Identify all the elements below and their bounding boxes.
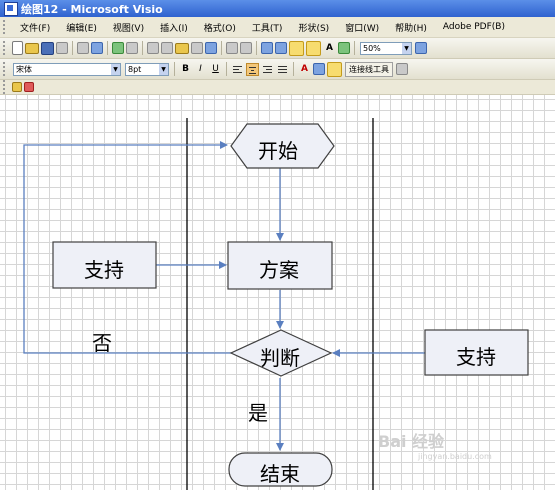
watermark-brand: Bai 经验: [378, 432, 445, 451]
start-label: 开始: [258, 139, 298, 163]
plan-label: 方案: [259, 258, 299, 282]
baidu-watermark: Bai 经验 jingyan.baidu.com: [378, 428, 492, 461]
support-right-label: 支持: [456, 345, 496, 369]
decision-label: 判断: [260, 346, 300, 370]
watermark-url: jingyan.baidu.com: [418, 452, 492, 461]
flowchart-diagram: [23, 118, 529, 490]
support-left-label: 支持: [84, 258, 124, 282]
end-label: 结束: [260, 462, 300, 486]
no-branch-label: 否: [92, 331, 112, 355]
yes-branch-label: 是: [248, 401, 268, 425]
